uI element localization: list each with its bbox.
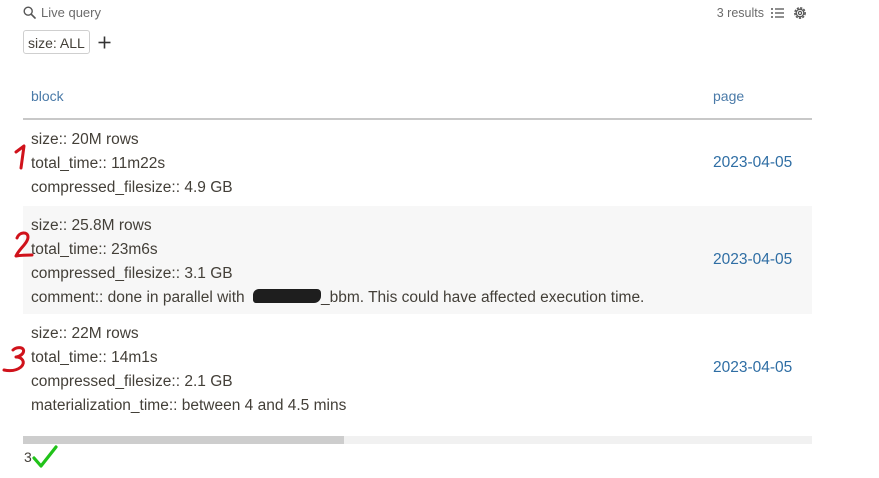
block-property: size:: 20M rows	[31, 131, 139, 148]
block-property: size:: 22M rows	[31, 325, 139, 342]
block-property: compressed_filesize:: 2.1 GB	[31, 373, 233, 390]
block-property: total_time:: 11m22s	[31, 155, 166, 172]
block-property: total_time:: 23m6s	[31, 241, 158, 258]
add-filter-button[interactable]	[96, 33, 114, 51]
gear-icon[interactable]	[792, 5, 808, 21]
comment-prefix: comment:: done in parallel with	[31, 289, 249, 306]
plus-icon	[98, 36, 111, 48]
filter-chip-size[interactable]: size: ALL	[23, 30, 90, 54]
block-property: materialization_time:: between 4 and 4.5…	[31, 397, 347, 414]
list-icon[interactable]	[770, 6, 786, 20]
handwritten-number-3-mark	[2, 346, 26, 373]
live-query-title: Live query	[41, 5, 101, 20]
page-link[interactable]: 2023-04-05	[713, 359, 792, 377]
column-header-page[interactable]: page	[713, 88, 744, 104]
table-row[interactable]: size:: 25.8M rows total_time:: 23m6s com…	[23, 206, 812, 314]
page-link[interactable]: 2023-04-05	[713, 251, 792, 269]
filter-bar: size: ALL	[23, 30, 114, 54]
redacted-text	[252, 289, 321, 303]
scrollbar-thumb[interactable]	[23, 436, 344, 444]
block-property: compressed_filesize:: 4.9 GB	[31, 179, 233, 196]
table-row[interactable]: size:: 22M rows total_time:: 14m1s compr…	[23, 314, 812, 422]
column-header-block[interactable]: block	[31, 88, 64, 104]
search-icon	[23, 6, 36, 19]
live-query-label[interactable]: Live query	[23, 5, 101, 20]
block-property: total_time:: 14m1s	[31, 349, 158, 366]
query-header: Live query 3 results	[23, 5, 808, 23]
checkmark-icon	[32, 445, 58, 468]
comment-suffix: _bbm. This could have affected execution…	[320, 289, 645, 306]
results-summary: 3 results	[717, 5, 808, 21]
handwritten-number-1-mark	[14, 144, 26, 170]
block-comment: comment:: done in parallel with _bbm. Th…	[31, 288, 812, 312]
results-table: block page size:: 20M rows total_time:: …	[23, 76, 812, 422]
horizontal-scrollbar[interactable]	[23, 436, 812, 444]
table-row[interactable]: size:: 20M rows total_time:: 11m22s comp…	[23, 120, 812, 206]
table-header: block page	[23, 76, 812, 120]
block-property: size:: 25.8M rows	[31, 217, 152, 234]
results-count: 3 results	[716, 6, 764, 20]
block-property: compressed_filesize:: 3.1 GB	[31, 265, 233, 282]
page-link[interactable]: 2023-04-05	[713, 154, 792, 172]
handwritten-number-2-mark	[14, 231, 34, 258]
